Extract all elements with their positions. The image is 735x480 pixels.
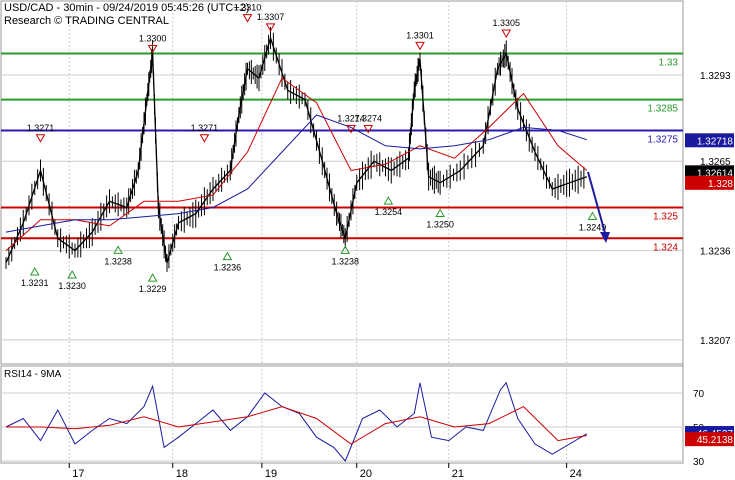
x-tick-label: 20 — [360, 468, 372, 480]
level-label: 1.325 — [653, 211, 678, 222]
x-tick-label: 19 — [265, 468, 277, 480]
trading-chart: 1.33 1.3285 1.3275 1.325 1.324 1.3271 1.3300 1… — [0, 0, 735, 480]
swing-low-label: 1.3238 — [331, 256, 359, 266]
swing-high-label: 1.3274 — [354, 114, 382, 124]
swing-high-label: 1.3271 — [27, 123, 55, 133]
swing-low-label: 1.3254 — [375, 207, 403, 217]
level-label: 1.3275 — [647, 134, 678, 145]
level-label: 1.33 — [659, 57, 679, 68]
chart-title: USD/CAD - 30min - 09/24/2019 05:45:26 (U… — [4, 2, 249, 14]
badge-ma-slow: 1.32718 — [697, 136, 734, 147]
swing-high-label: 1.3300 — [139, 33, 167, 43]
x-tick-label: 18 — [176, 468, 188, 480]
swing-low-label: 1.3250 — [426, 219, 454, 229]
swing-low-label: 1.3238 — [104, 256, 132, 266]
swing-high-label: 1.3271 — [191, 123, 219, 133]
badge-ma-fast: 1.328 — [708, 179, 733, 190]
swing-low-label: 1.3230 — [58, 281, 86, 291]
y-tick-label: 1.3293 — [700, 71, 731, 82]
level-label: 1.324 — [653, 242, 678, 253]
rsi-title: RSI14 - 9MA — [4, 369, 62, 380]
swing-high-label: 1.3307 — [257, 12, 285, 22]
swing-low-label: 1.3236 — [214, 263, 242, 273]
level-label: 1.3285 — [647, 104, 678, 115]
swing-low-label: 1.3231 — [21, 278, 49, 288]
swing-low-label: 1.3229 — [139, 284, 167, 294]
x-tick-label: 24 — [570, 468, 582, 480]
x-tick-label: 17 — [72, 468, 84, 480]
swing-high-label: 1.3305 — [492, 18, 520, 28]
chart-subtitle: Research © TRADING CENTRAL — [4, 15, 169, 27]
badge-rsi-ma: 45.2138 — [697, 435, 734, 446]
y-tick-label: 1.3207 — [700, 336, 731, 347]
y-tick-label: 1.3236 — [700, 247, 731, 258]
rsi-tick-label: 70 — [693, 389, 705, 400]
swing-high-label: 1.3301 — [406, 30, 434, 40]
rsi-tick-label: 30 — [693, 457, 705, 468]
x-tick-label: 21 — [452, 468, 464, 480]
